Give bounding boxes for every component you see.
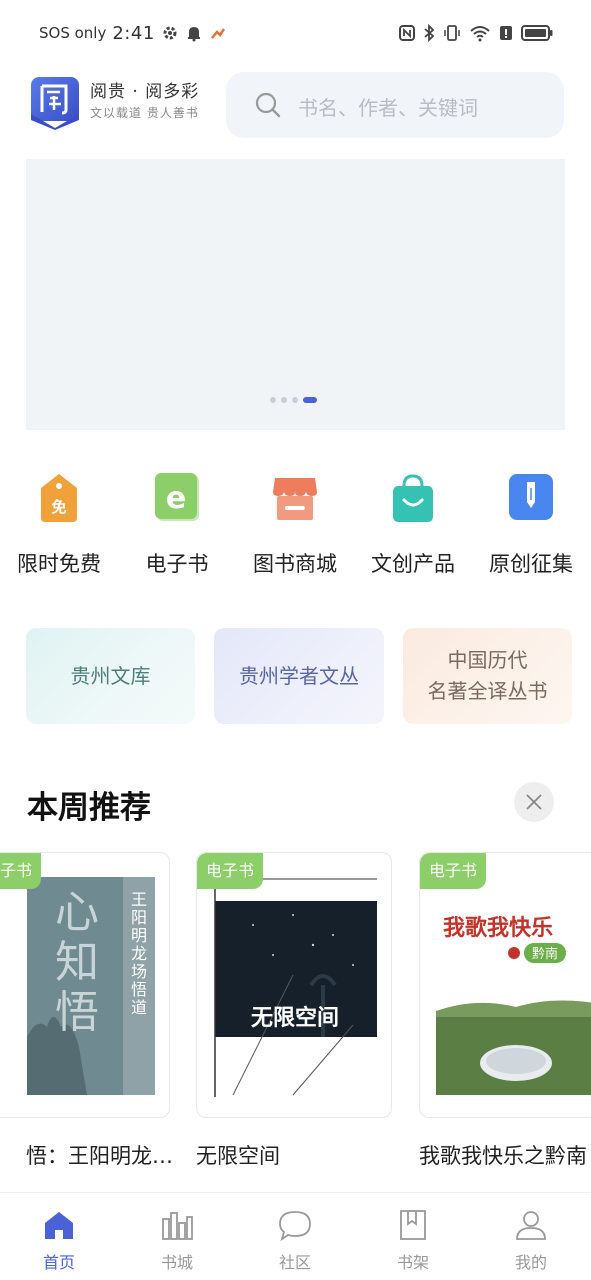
svg-text:阳: 阳 bbox=[131, 908, 147, 927]
cover-big-text-2: 知 bbox=[55, 937, 99, 988]
nav-label: 社区 bbox=[278, 1253, 311, 1272]
ebook-icon: e bbox=[155, 473, 199, 521]
category-original-works[interactable]: 原创征集 bbox=[476, 470, 586, 578]
collection-label: 贵州学者文丛 bbox=[239, 663, 359, 688]
carousel-dot bbox=[281, 397, 287, 403]
search-icon bbox=[255, 92, 281, 118]
status-right bbox=[399, 22, 553, 44]
pen-icon bbox=[509, 474, 553, 520]
book-cover: 无限空间 bbox=[213, 875, 377, 1097]
brand-subtitle: 文以载道 贵人善书 bbox=[90, 106, 199, 120]
svg-text:场: 场 bbox=[131, 962, 147, 981]
status-bar: SOS only 2:41 bbox=[0, 0, 591, 66]
collection-label: 贵州文库 bbox=[70, 663, 151, 688]
nav-bookstore[interactable]: 书城 bbox=[137, 1209, 217, 1273]
category-ebook[interactable]: e 电子书 bbox=[122, 470, 232, 578]
category-label: 图书商城 bbox=[253, 552, 337, 576]
store-icon bbox=[273, 478, 317, 520]
activity-icon bbox=[210, 28, 225, 39]
svg-text:我歌我快乐: 我歌我快乐 bbox=[443, 915, 553, 941]
svg-text:道: 道 bbox=[131, 998, 147, 1017]
carousel-indicator bbox=[270, 397, 317, 403]
bottom-nav: 首页 书城 社区 书架 我的 bbox=[0, 1192, 591, 1280]
bookmark-shelf-icon bbox=[400, 1210, 426, 1240]
app-logo-icon bbox=[31, 77, 79, 130]
vibrate-icon bbox=[444, 25, 460, 41]
category-cultural-products[interactable]: 文创产品 bbox=[358, 470, 468, 578]
carousel-dot-active bbox=[303, 397, 317, 403]
book-tag: 电子书 bbox=[0, 853, 42, 889]
nav-bookshelf[interactable]: 书架 bbox=[373, 1209, 453, 1273]
nav-label: 首页 bbox=[42, 1253, 75, 1272]
svg-text:e: e bbox=[166, 481, 186, 516]
svg-text:王: 王 bbox=[131, 890, 147, 909]
carousel-dot bbox=[270, 397, 276, 403]
brand-title: 阅贵 · 阅多彩 bbox=[90, 82, 200, 102]
collection-guizhou-library[interactable]: 贵州文库 bbox=[26, 628, 195, 724]
svg-text:龙: 龙 bbox=[131, 944, 147, 963]
carrier-status: SOS only bbox=[39, 24, 107, 42]
nav-label: 我的 bbox=[514, 1253, 547, 1272]
shopping-bag-icon bbox=[393, 474, 433, 522]
section-title-weekly: 本周推荐 bbox=[27, 790, 151, 826]
bookstore-icon bbox=[162, 1212, 193, 1240]
svg-text:明: 明 bbox=[131, 926, 147, 945]
nfc-icon bbox=[399, 25, 415, 41]
carousel-dot bbox=[292, 397, 298, 403]
home-icon bbox=[45, 1212, 73, 1239]
collection-label-line2: 名著全译丛书 bbox=[427, 679, 548, 703]
book-card[interactable]: 电子书 无限空间 bbox=[196, 852, 392, 1118]
book-title[interactable]: 悟：王阳明龙… bbox=[26, 1140, 176, 1170]
wifi-icon bbox=[470, 26, 490, 42]
nav-profile[interactable]: 我的 bbox=[491, 1209, 571, 1273]
book-title[interactable]: 无限空间 bbox=[196, 1140, 376, 1170]
banner-carousel[interactable] bbox=[26, 159, 565, 430]
bluetooth-icon bbox=[424, 24, 435, 42]
close-button[interactable] bbox=[514, 782, 554, 822]
gear-icon bbox=[163, 26, 177, 40]
collection-guizhou-scholars[interactable]: 贵州学者文丛 bbox=[214, 628, 384, 724]
chat-bubble-icon bbox=[279, 1211, 311, 1241]
category-label: 电子书 bbox=[145, 552, 209, 576]
book-tag: 电子书 bbox=[197, 853, 264, 889]
collection-label: 中国历代 bbox=[447, 648, 528, 672]
category-free[interactable]: 免 限时免费 bbox=[4, 470, 114, 578]
category-label: 原创征集 bbox=[489, 552, 573, 576]
status-left: SOS only 2:41 bbox=[39, 22, 227, 44]
book-tag: 电子书 bbox=[420, 853, 487, 889]
book-card[interactable]: 电子书 心 知 悟 王阳明 龙场悟道 bbox=[0, 852, 170, 1118]
close-icon bbox=[526, 794, 542, 810]
book-card[interactable]: 电子书 我歌我快乐 黔南 bbox=[419, 852, 591, 1118]
nav-community[interactable]: 社区 bbox=[255, 1209, 335, 1273]
svg-text:悟: 悟 bbox=[131, 980, 147, 999]
category-label: 限时免费 bbox=[17, 552, 101, 576]
free-tag-icon: 免 bbox=[41, 474, 77, 522]
cover-big-text-1: 心 bbox=[55, 887, 99, 938]
svg-text:免: 免 bbox=[51, 498, 66, 516]
bell-icon bbox=[187, 27, 200, 42]
cover-big-text-3: 悟 bbox=[55, 987, 99, 1038]
clock: 2:41 bbox=[112, 22, 155, 44]
search-bar[interactable]: 书名、作者、关键词 bbox=[226, 72, 564, 138]
collection-chinese-classics[interactable]: 中国历代 名著全译丛书 bbox=[403, 628, 572, 724]
alert-icon bbox=[500, 26, 512, 40]
nav-label: 书城 bbox=[160, 1253, 193, 1272]
battery-icon bbox=[521, 25, 553, 41]
svg-text:黔南: 黔南 bbox=[532, 946, 558, 962]
nav-home[interactable]: 首页 bbox=[19, 1209, 99, 1273]
category-bookstore[interactable]: 图书商城 bbox=[240, 470, 350, 578]
category-label: 文创产品 bbox=[371, 552, 455, 576]
nav-label: 书架 bbox=[396, 1253, 429, 1272]
svg-text:无限空间: 无限空间 bbox=[251, 1005, 339, 1031]
profile-icon bbox=[516, 1211, 546, 1240]
book-title[interactable]: 我歌我快乐之黔南 bbox=[419, 1140, 591, 1170]
book-cover: 心 知 悟 王阳明 龙场悟道 bbox=[27, 877, 155, 1095]
book-cover: 我歌我快乐 黔南 bbox=[436, 877, 591, 1095]
search-placeholder: 书名、作者、关键词 bbox=[298, 96, 478, 120]
